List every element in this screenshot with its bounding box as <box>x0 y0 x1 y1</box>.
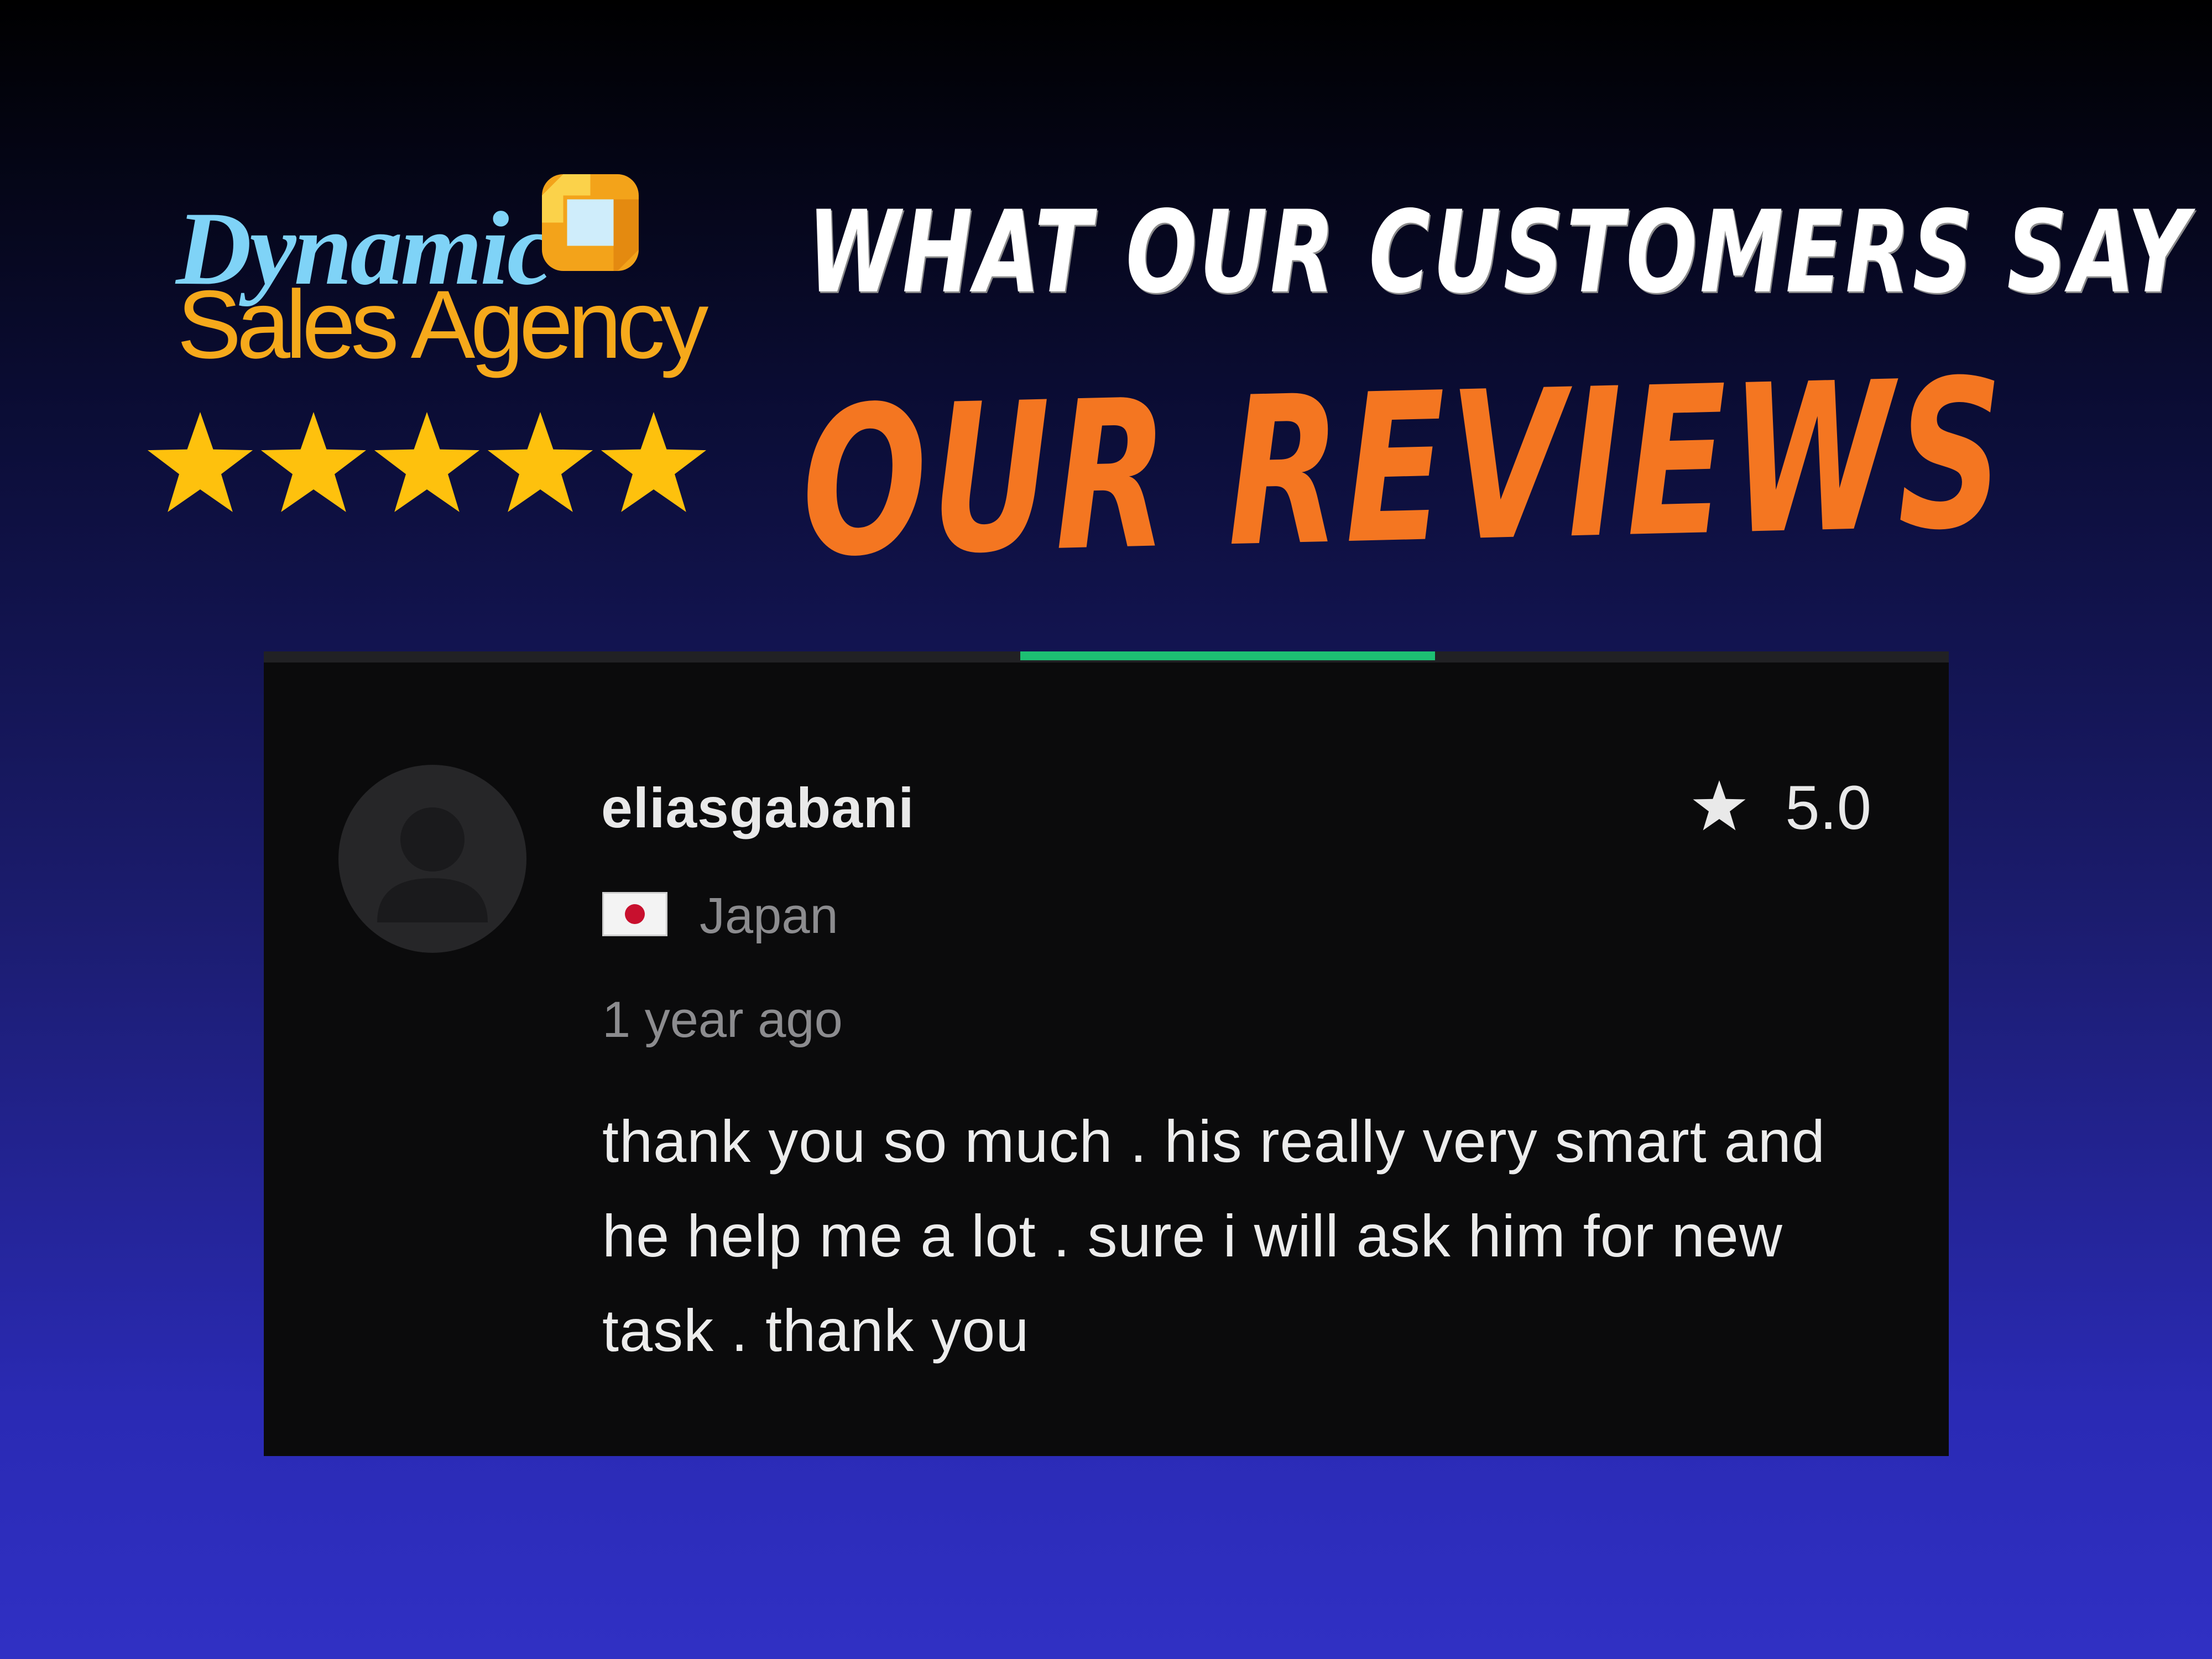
star-icon <box>374 412 480 512</box>
brand-name-line2: Sales Agency <box>177 271 708 379</box>
star-icon <box>1693 780 1746 831</box>
japan-flag-icon <box>602 892 667 936</box>
star-icon <box>260 412 367 512</box>
review-text: thank you so much . his really very smar… <box>602 1108 1825 1364</box>
review-timestamp: 1 year ago <box>602 992 843 1048</box>
star-icon <box>147 412 253 512</box>
ribbon-square-logo-icon <box>542 174 639 271</box>
page-title: OUR REVIEWS <box>800 336 2009 603</box>
active-tab-indicator <box>1020 651 1435 660</box>
headline: WHAT OUR CUSTOMERS SAY <box>807 187 2191 319</box>
avatar[interactable] <box>338 765 526 953</box>
review-card: eliasgabani 5.0 Japan 1 year ago thank y… <box>264 651 1949 1456</box>
rating-value: 5.0 <box>1785 773 1871 842</box>
brand-logo: Dynamic Sales Agency <box>166 166 719 387</box>
star-icon <box>487 412 593 512</box>
reviewer-name[interactable]: eliasgabani <box>601 780 915 836</box>
reviewer-country: Japan <box>700 888 838 944</box>
five-star-rating <box>147 412 707 512</box>
tab-bar <box>264 651 1949 662</box>
user-icon <box>377 807 488 922</box>
star-icon <box>601 412 707 512</box>
